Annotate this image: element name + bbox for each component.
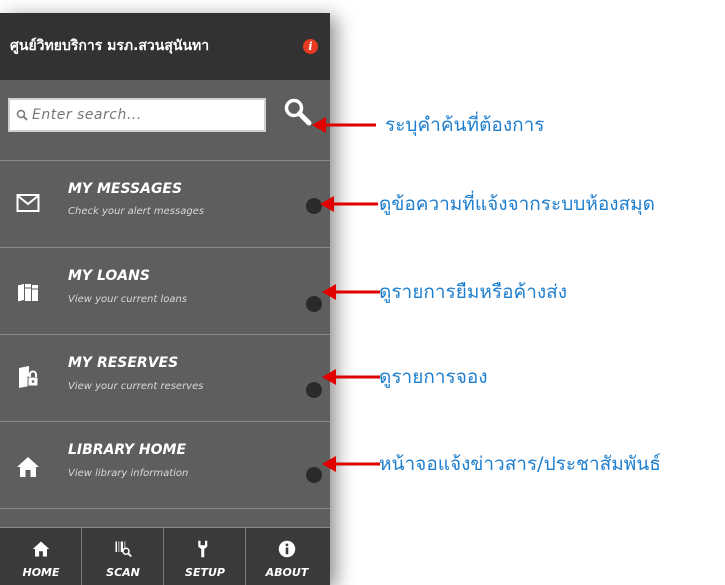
menu-item-subtitle: View your current reserves	[68, 381, 204, 392]
callout-text: หน้าจอแจ้งข่าวสาร/ประชาสัมพันธ์	[379, 453, 661, 475]
callout-messages: ดูข้อความที่แจ้งจากระบบห้องสมุด	[318, 192, 725, 216]
callout-library-home: หน้าจอแจ้งข่าวสาร/ประชาสัมพันธ์	[320, 452, 725, 476]
callout-text: ระบุคำค้นที่ต้องการ	[385, 114, 545, 136]
callout-loans: ดูรายการยืมหรือค้างส่ง	[320, 280, 620, 304]
menu-item-title: MY LOANS	[68, 268, 150, 284]
search-input[interactable]	[32, 104, 257, 126]
info-icon	[278, 540, 296, 558]
nav-scan-label: SCAN	[106, 566, 140, 579]
menu-item-reserves[interactable]: MY RESERVES View your current reserves	[0, 335, 330, 422]
red-arrow-icon	[322, 284, 380, 300]
bottom-nav: HOME SCAN SETUP ABOUT	[0, 527, 330, 585]
nav-setup-label: SETUP	[185, 566, 225, 579]
red-arrow-icon	[312, 117, 376, 133]
nav-home-button[interactable]: HOME	[0, 528, 82, 585]
app-title: ศูนย์วิทยบริการ มรภ.สวนสุนันทา	[10, 38, 210, 54]
books-icon	[18, 283, 38, 302]
callout-text: ดูรายการยืมหรือค้างส่ง	[379, 281, 568, 303]
menu-item-library-home[interactable]: LIBRARY HOME View library information	[0, 422, 330, 509]
barcode-scan-icon	[115, 541, 132, 558]
wrench-icon	[198, 540, 208, 558]
callout-text: ดูรายการจอง	[379, 366, 488, 388]
red-arrow-icon	[320, 196, 378, 212]
book-lock-icon	[19, 366, 39, 388]
menu-item-subtitle: View library information	[68, 468, 189, 479]
search-row	[0, 80, 330, 161]
menu-item-messages[interactable]: MY MESSAGES Check your alert messages	[0, 161, 330, 248]
search-small-icon	[16, 109, 28, 121]
search-box[interactable]	[8, 98, 266, 132]
menu-item-subtitle: Check your alert messages	[68, 206, 205, 217]
nav-about-label: ABOUT	[265, 566, 309, 579]
red-arrow-icon	[322, 369, 380, 385]
home-icon	[32, 541, 50, 557]
mobile-app-screen: ศูนย์วิทยบริการ มรภ.สวนสุนันทา i MY MESS…	[0, 13, 330, 585]
red-arrow-icon	[322, 456, 380, 472]
envelope-icon	[16, 194, 40, 212]
callout-search: ระบุคำค้นที่ต้องการ	[310, 113, 610, 137]
nav-scan-button[interactable]: SCAN	[82, 528, 164, 585]
menu-item-title: LIBRARY HOME	[68, 442, 187, 458]
title-bar: ศูนย์วิทยบริการ มรภ.สวนสุนันทา i	[0, 13, 330, 80]
menu-item-loans[interactable]: MY LOANS View your current loans	[0, 248, 330, 335]
info-icon[interactable]: i	[303, 39, 318, 54]
nav-about-button[interactable]: ABOUT	[246, 528, 328, 585]
menu-item-subtitle: View your current loans	[68, 294, 188, 305]
nav-home-label: HOME	[22, 566, 60, 579]
callout-text: ดูข้อความที่แจ้งจากระบบห้องสมุด	[379, 193, 656, 215]
menu-item-title: MY MESSAGES	[68, 181, 183, 197]
menu-item-title: MY RESERVES	[68, 355, 179, 371]
callout-reserves: ดูรายการจอง	[320, 365, 580, 389]
nav-setup-button[interactable]: SETUP	[164, 528, 246, 585]
home-icon	[17, 457, 39, 477]
